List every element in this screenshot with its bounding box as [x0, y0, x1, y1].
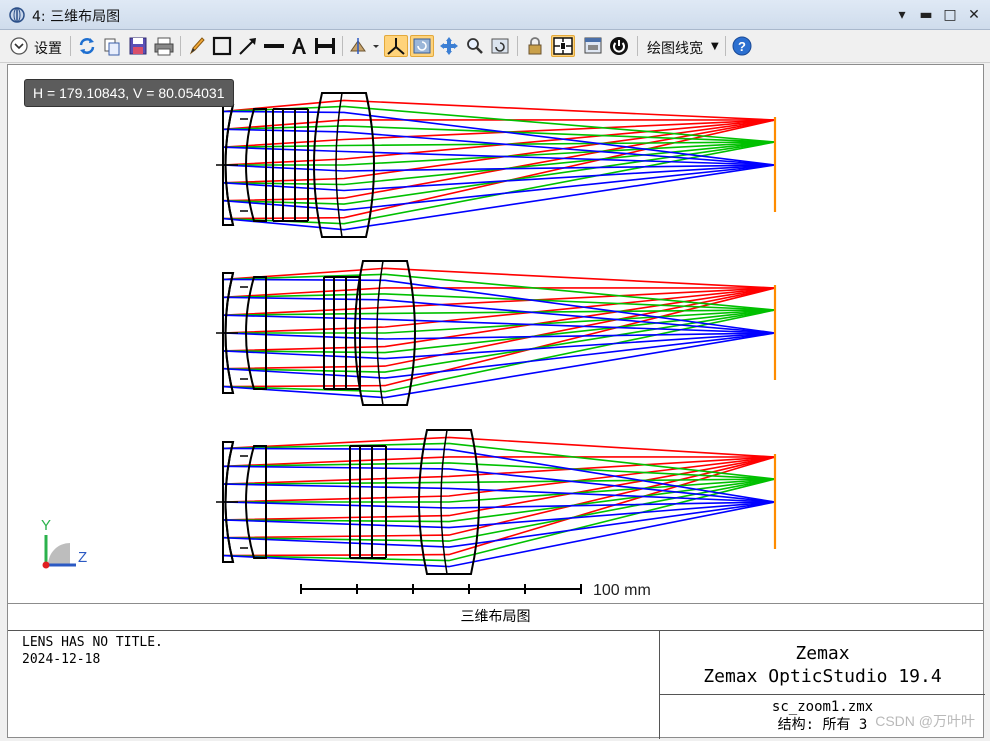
toolbar: 设置 绘图线宽 ▼ ?: [0, 30, 990, 63]
text-icon[interactable]: [289, 35, 309, 57]
lens-title: LENS HAS NO TITLE.: [22, 635, 163, 650]
watermark: CSDN @万叶叶: [875, 713, 975, 729]
pan-icon[interactable]: [438, 35, 460, 57]
window-restore-button[interactable]: ▬: [916, 5, 936, 25]
window-close-button[interactable]: ✕: [964, 5, 984, 25]
reset-view-icon[interactable]: [410, 35, 434, 57]
ray-line: [222, 125, 776, 143]
toolbar-divider: [70, 36, 71, 56]
toolbar-divider: [342, 36, 343, 56]
axis-triad-fill: [48, 543, 70, 565]
axes-icon[interactable]: [384, 35, 408, 57]
fit-icon[interactable]: [551, 35, 575, 57]
lens-info: LENS HAS NO TITLE. 2024-12-18: [22, 634, 163, 668]
settings-button[interactable]: 设置: [34, 38, 62, 58]
layout-window-icon: [9, 7, 25, 23]
window-icon[interactable]: [582, 35, 604, 57]
scale-label: 100 mm: [593, 582, 651, 599]
refresh-icon[interactable]: [77, 35, 97, 57]
copy-icon[interactable]: [102, 35, 122, 57]
software-info: Zemax Zemax OpticStudio 19.4: [660, 642, 985, 688]
line-icon[interactable]: [262, 35, 286, 57]
settings-dropdown-icon[interactable]: [9, 35, 29, 57]
rectangle-icon[interactable]: [211, 35, 233, 57]
window-menu-button[interactable]: ▾: [892, 5, 912, 25]
save-icon[interactable]: [128, 35, 148, 57]
vendor-name: Zemax: [795, 643, 850, 664]
table-divider: [659, 694, 985, 695]
arrow-line-icon[interactable]: [237, 35, 259, 57]
toolbar-divider: [180, 36, 181, 56]
3d-layout-drawing: 100 mm Y Z: [41, 92, 777, 599]
rotate-3d-icon[interactable]: [348, 35, 380, 57]
pencil-icon[interactable]: [187, 35, 207, 57]
lock-icon[interactable]: [524, 35, 546, 57]
ray-line: [222, 501, 776, 509]
toolbar-divider: [637, 36, 638, 56]
linewidth-dropdown[interactable]: 绘图线宽: [647, 38, 703, 58]
window-titlebar: 4: 三维布局图 ▾ ▬ □ ✕: [0, 0, 990, 30]
x-axis-dot: [42, 561, 50, 569]
undo-view-icon[interactable]: [489, 35, 511, 57]
layout-plot-area[interactable]: 100 mm Y Z H = 179.10843, V = 80.054031: [7, 64, 984, 604]
toolbar-divider: [517, 36, 518, 56]
toolbar-divider: [725, 36, 726, 56]
ray-line: [222, 164, 776, 231]
print-icon[interactable]: [153, 35, 175, 57]
zoom-icon[interactable]: [465, 35, 485, 57]
product-name: Zemax OpticStudio 19.4: [703, 666, 942, 687]
cursor-coordinate-tooltip: H = 179.10843, V = 80.054031: [24, 79, 234, 107]
window-maximize-button[interactable]: □: [940, 5, 960, 25]
y-axis-label: Y: [41, 517, 51, 534]
help-icon[interactable]: ?: [731, 35, 753, 57]
chevron-down-icon[interactable]: ▼: [711, 41, 719, 52]
svg-text:?: ?: [738, 39, 746, 54]
dimension-icon[interactable]: [313, 35, 337, 57]
z-axis-label: Z: [78, 549, 87, 566]
plot-caption: 三维布局图: [8, 604, 983, 631]
window-title: 4: 三维布局图: [32, 9, 121, 25]
ray-line: [222, 99, 776, 121]
ray-line: [222, 456, 776, 539]
title-block: 三维布局图 LENS HAS NO TITLE. 2024-12-18 Zema…: [7, 603, 985, 739]
lens-date: 2024-12-18: [22, 652, 101, 667]
power-icon[interactable]: [608, 35, 630, 57]
